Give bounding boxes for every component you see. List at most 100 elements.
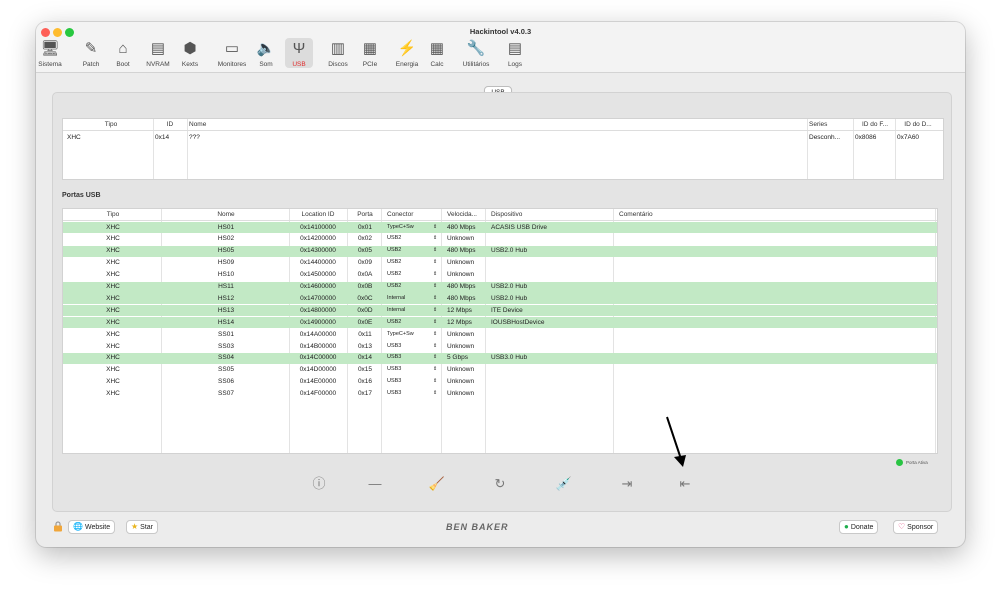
cell-vel: Unknown — [447, 271, 475, 279]
popup-arrows-icon[interactable]: ⇕ — [433, 224, 439, 230]
column-header[interactable]: Dispositivo — [491, 211, 615, 218]
syringe-icon: 💉 — [555, 476, 573, 491]
boot-icon: ⌂ — [118, 40, 128, 57]
refresh-button[interactable]: ↻ — [491, 475, 509, 493]
popup-arrows-icon[interactable]: ⇕ — [433, 247, 439, 253]
column-header[interactable]: ID do D... — [897, 121, 939, 128]
table-row[interactable]: XHC HS09 0x14400000 0x09 USB2 ⇕ Unknown — [63, 258, 937, 269]
cell-disp: USB2.0 Hub — [491, 247, 528, 255]
table-row[interactable]: XHC SS06 0x14E00000 0x16 USB3 ⇕ Unknown — [63, 377, 937, 388]
cell-nome: HS13 — [217, 306, 235, 314]
export-button[interactable]: ⇤ — [676, 475, 694, 493]
popup-arrows-icon[interactable]: ⇕ — [433, 343, 439, 349]
toolbar-item-calc[interactable]: ▦ Calc — [426, 38, 448, 68]
table-row[interactable]: XHC HS05 0x14300000 0x05 USB2 ⇕ 480 Mbps USB2.0… — [63, 245, 937, 257]
toolbar-item-usb[interactable]: Ψ USB — [285, 38, 313, 68]
cell-loc: 0x14500000 — [300, 271, 336, 279]
column-header[interactable]: Velocida... — [447, 211, 489, 218]
column-header[interactable]: ID do F... — [855, 121, 895, 128]
cell-vel: Unknown — [447, 366, 475, 374]
popup-arrows-icon[interactable]: ⇕ — [433, 283, 439, 289]
cell-nome: HS01 — [217, 223, 235, 231]
toolbar-item-patch[interactable]: ✎ Patch — [78, 38, 104, 68]
column-header[interactable]: ID — [155, 121, 185, 128]
power-icon: ⚡ — [397, 40, 417, 57]
toolbar-item-boot[interactable]: ⌂ Boot — [112, 38, 134, 68]
cell-nome: SS07 — [218, 390, 234, 398]
column-header[interactable]: Conector — [387, 211, 445, 218]
toolbar-item-kexts[interactable]: ⬢ Kexts — [179, 38, 201, 68]
cell-tipo: XHC — [106, 235, 120, 243]
popup-arrows-icon[interactable]: ⇕ — [433, 271, 439, 277]
cell-device: 0x7A60 — [897, 133, 920, 141]
table-row[interactable]: XHC SS01 0x14A00000 0x11 TypeC+Sw ⇕ Unknown — [63, 329, 937, 340]
toolbar-item-utilitários[interactable]: 🔧 Utilitários — [454, 38, 498, 68]
info-button[interactable]: ⓘ — [310, 475, 328, 493]
cell-porta: 0x15 — [357, 366, 373, 374]
window-title: Hackintool v4.0.3 — [469, 27, 532, 36]
table-row[interactable]: XHC SS07 0x14F00000 0x17 USB3 ⇕ Unknown — [63, 389, 937, 400]
table-row[interactable]: XHC SS04 0x14C00000 0x14 USB3 ⇕ 5 Gbps USB3.0 H… — [63, 352, 937, 364]
table-row[interactable]: XHC HS10 0x14500000 0x0A USB2 ⇕ Unknown — [63, 270, 937, 281]
globe-icon: 🌐 — [73, 522, 83, 531]
cell-vel: Unknown — [447, 235, 475, 243]
column-header[interactable]: Porta — [349, 211, 381, 218]
cell-tipo: XHC — [106, 223, 120, 231]
cell-porta: 0x14 — [357, 354, 373, 362]
popup-arrows-icon[interactable]: ⇕ — [433, 319, 439, 325]
popup-arrows-icon[interactable]: ⇕ — [433, 307, 439, 313]
usb-ports-table[interactable]: Tipo Nome Location ID Porta Conector Velocida… — [62, 208, 938, 454]
table-row[interactable]: XHC 0x14??? Desconh... 0x8086 0x7A60 — [63, 132, 943, 143]
table-row[interactable]: XHC SS03 0x14B00000 0x13 USB3 ⇕ Unknown — [63, 341, 937, 352]
popup-arrows-icon[interactable]: ⇕ — [433, 259, 439, 265]
toolbar-item-energia[interactable]: ⚡ Energia — [392, 38, 422, 68]
toolbar-item-sistema[interactable]: 🖥 Sistema — [36, 38, 66, 68]
star-button[interactable]: ★ Star — [126, 520, 159, 534]
column-header[interactable]: Tipo — [63, 211, 163, 218]
toolbar-item-label: USB — [292, 61, 306, 68]
popup-arrows-icon[interactable]: ⇕ — [433, 390, 439, 396]
toolbar-item-monitores[interactable]: ▭ Monitores — [211, 38, 253, 68]
toolbar-item-pcie[interactable]: ▦ PCIe — [357, 38, 383, 68]
popup-arrows-icon[interactable]: ⇕ — [433, 366, 439, 372]
cell-tipo: XHC — [106, 318, 120, 326]
column-header[interactable]: Tipo — [67, 121, 155, 128]
popup-arrows-icon[interactable]: ⇕ — [433, 235, 439, 241]
toolbar-item-discos[interactable]: ▥ Discos — [324, 38, 352, 68]
clear-button[interactable]: 🧹 — [428, 475, 446, 493]
website-button[interactable]: 🌐 Website — [68, 520, 116, 534]
donate-button[interactable]: ● Donate — [839, 520, 879, 534]
toolbar-item-som[interactable]: 🔈 Som — [253, 38, 279, 68]
inject-button[interactable]: 💉 — [555, 475, 573, 493]
table-row[interactable]: XHC SS05 0x14D00000 0x15 USB3 ⇕ Unknown — [63, 365, 937, 376]
column-header[interactable]: Location ID — [289, 211, 347, 218]
table-row[interactable]: XHC HS02 0x14200000 0x02 USB2 ⇕ Unknown — [63, 234, 937, 245]
remove-button[interactable]: — — [366, 475, 384, 493]
table-row[interactable]: XHC HS11 0x14600000 0x0B USB2 ⇕ 480 Mbps USB2.0… — [63, 281, 937, 293]
toolbar-item-label: Calc — [430, 61, 444, 68]
toolbar-item-logs[interactable]: ▤ Logs — [503, 38, 527, 68]
cell-tipo: XHC — [67, 133, 81, 141]
popup-arrows-icon[interactable]: ⇕ — [433, 354, 439, 360]
cell-vel: Unknown — [447, 390, 475, 398]
table-row[interactable]: XHC HS13 0x14800000 0x0D Internal ⇕ 12 Mbps ITE… — [63, 305, 937, 317]
controllers-header: Tipo ID Nome Series ID do F... ID do D... — [63, 119, 943, 131]
column-header[interactable]: Nome — [189, 121, 789, 128]
table-row[interactable]: XHC HS01 0x14100000 0x01 TypeC+Sw ⇕ 480 Mbps AC… — [63, 222, 937, 233]
popup-arrows-icon[interactable]: ⇕ — [433, 378, 439, 384]
cell-nome: SS06 — [218, 378, 234, 386]
popup-arrows-icon[interactable]: ⇕ — [433, 295, 439, 301]
popup-arrows-icon[interactable]: ⇕ — [433, 331, 439, 337]
column-header[interactable]: Comentário — [619, 211, 919, 218]
cell-loc: 0x14800000 — [300, 306, 336, 314]
import-button[interactable]: ⇥ — [618, 475, 636, 493]
lock-icon[interactable] — [53, 521, 63, 532]
column-header[interactable]: Series — [809, 121, 853, 128]
sponsor-button[interactable]: ♡ Sponsor — [893, 520, 939, 534]
cell-nome: SS05 — [218, 366, 234, 374]
toolbar-item-nvram[interactable]: ▤ NVRAM — [140, 38, 176, 68]
controllers-table[interactable]: Tipo ID Nome Series ID do F... ID do D... XHC 0… — [62, 118, 944, 180]
table-row[interactable]: XHC HS12 0x14700000 0x0C Internal ⇕ 480 Mbps US… — [63, 293, 937, 305]
column-header[interactable]: Nome — [163, 211, 289, 218]
table-row[interactable]: XHC HS14 0x14900000 0x0E USB2 ⇕ 12 Mbps IOUSBHo… — [63, 317, 937, 329]
